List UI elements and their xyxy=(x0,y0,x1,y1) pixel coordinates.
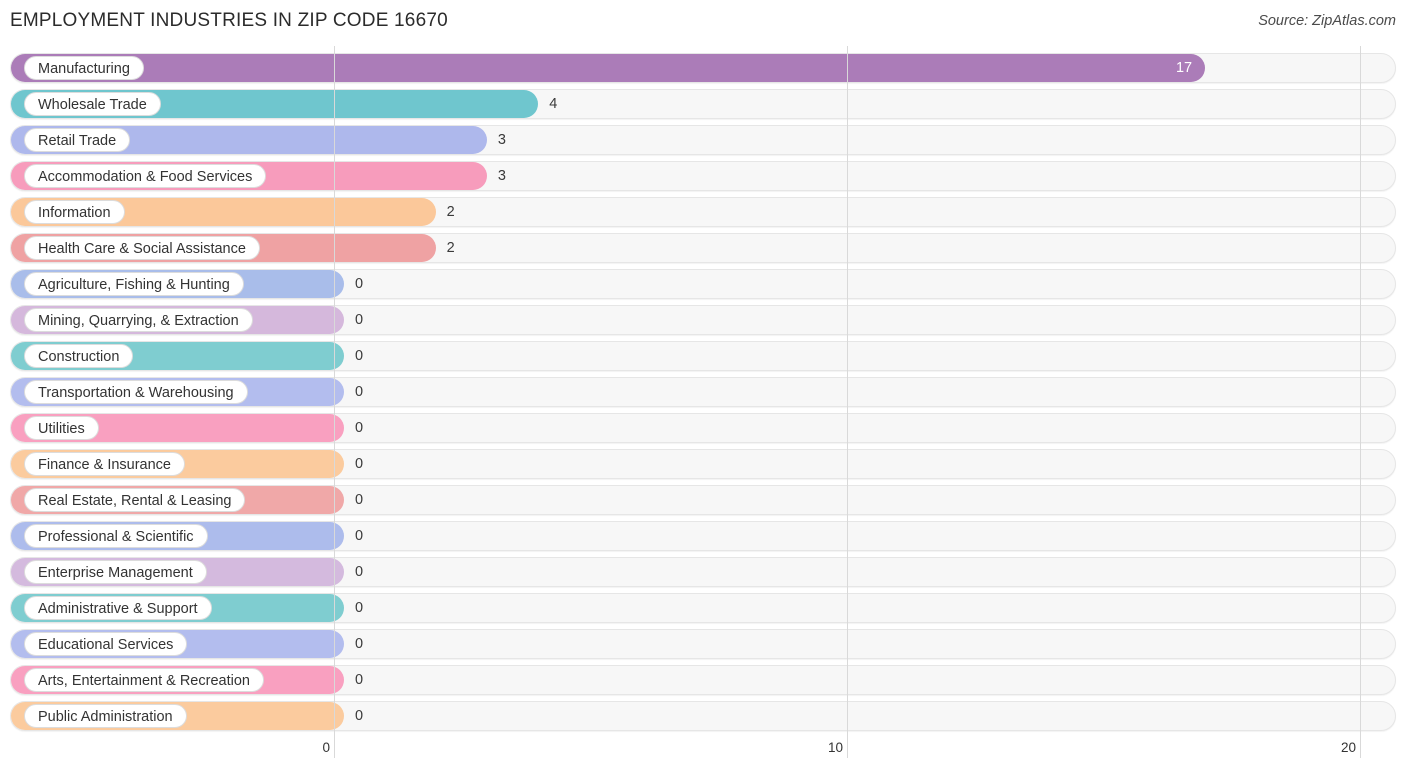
axis-tick-line xyxy=(847,738,848,758)
source-attribution: Source: ZipAtlas.com xyxy=(1258,13,1396,29)
bar-category-label: Professional & Scientific xyxy=(24,524,208,548)
bar-category-label: Educational Services xyxy=(24,632,188,656)
table-row[interactable]: Transportation & Warehousing 0 xyxy=(10,377,1396,407)
table-row[interactable]: Public Administration 0 xyxy=(10,701,1396,731)
table-row[interactable]: Wholesale Trade 4 xyxy=(10,89,1396,119)
bar-value-label: 0 xyxy=(355,312,364,328)
table-row[interactable]: Health Care & Social Assistance 2 xyxy=(10,233,1396,263)
table-row[interactable]: Retail Trade 3 xyxy=(10,125,1396,155)
bar-category-label: Retail Trade xyxy=(24,128,131,152)
axis-tick-label: 10 xyxy=(827,740,843,755)
axis-tick-line xyxy=(334,738,335,758)
bar-category-label: Manufacturing xyxy=(24,56,144,80)
bar[interactable] xyxy=(11,54,1206,82)
bar-category-label: Information xyxy=(24,200,125,224)
table-row[interactable]: Professional & Scientific 0 xyxy=(10,521,1396,551)
bar-value-label: 17 xyxy=(1175,60,1193,76)
table-row[interactable]: Mining, Quarrying, & Extraction 0 xyxy=(10,305,1396,335)
bar-value-label: 0 xyxy=(355,456,364,472)
bar-value-label: 0 xyxy=(355,528,364,544)
bar-category-label: Finance & Insurance xyxy=(24,452,185,476)
bar-category-label: Public Administration xyxy=(24,704,187,728)
table-row[interactable]: Administrative & Support 0 xyxy=(10,593,1396,623)
bar-rows-container: Manufacturing 17 Wholesale Trade 4 Retail Tr… xyxy=(0,46,1406,738)
bar-category-label: Real Estate, Rental & Leasing xyxy=(24,488,246,512)
plot-area: Manufacturing 17 Wholesale Trade 4 Retail Tr… xyxy=(0,46,1406,738)
bar-value-label: 4 xyxy=(549,96,558,112)
axis-tick-line xyxy=(1360,738,1361,758)
table-row[interactable]: Accommodation & Food Services 3 xyxy=(10,161,1396,191)
bar-value-label: 0 xyxy=(355,384,364,400)
bar-value-label: 0 xyxy=(355,672,364,688)
table-row[interactable]: Construction 0 xyxy=(10,341,1396,371)
bar-category-label: Wholesale Trade xyxy=(24,92,161,116)
table-row[interactable]: Arts, Entertainment & Recreation 0 xyxy=(10,665,1396,695)
bar-category-label: Utilities xyxy=(24,416,99,440)
bar-category-label: Accommodation & Food Services xyxy=(24,164,267,188)
bar-category-label: Agriculture, Fishing & Hunting xyxy=(24,272,244,296)
table-row[interactable]: Manufacturing 17 xyxy=(10,53,1396,83)
bar-value-label: 0 xyxy=(355,348,364,364)
bar-category-label: Administrative & Support xyxy=(24,596,212,620)
table-row[interactable]: Enterprise Management 0 xyxy=(10,557,1396,587)
bar-category-label: Arts, Entertainment & Recreation xyxy=(24,668,264,692)
x-axis: 0 10 20 xyxy=(0,738,1406,777)
bar-value-label: 2 xyxy=(446,240,455,256)
page-title: EMPLOYMENT INDUSTRIES IN ZIP CODE 16670 xyxy=(10,10,448,31)
bar-value-label: 0 xyxy=(355,276,364,292)
bar-category-label: Construction xyxy=(24,344,134,368)
bar-value-label: 2 xyxy=(446,204,455,220)
bar-value-label: 0 xyxy=(355,420,364,436)
bar-category-label: Mining, Quarrying, & Extraction xyxy=(24,308,253,332)
bar-value-label: 0 xyxy=(355,492,364,508)
bar-category-label: Health Care & Social Assistance xyxy=(24,236,260,260)
bar-value-label: 0 xyxy=(355,600,364,616)
bar-value-label: 0 xyxy=(355,636,364,652)
table-row[interactable]: Utilities 0 xyxy=(10,413,1396,443)
bar-category-label: Transportation & Warehousing xyxy=(24,380,248,404)
bar-value-label: 3 xyxy=(497,132,506,148)
table-row[interactable]: Agriculture, Fishing & Hunting 0 xyxy=(10,269,1396,299)
axis-tick-label: 20 xyxy=(1340,740,1356,755)
bar-value-label: 0 xyxy=(355,708,364,724)
table-row[interactable]: Real Estate, Rental & Leasing 0 xyxy=(10,485,1396,515)
employment-industries-chart: EMPLOYMENT INDUSTRIES IN ZIP CODE 16670 … xyxy=(0,0,1406,777)
bar-value-label: 0 xyxy=(355,564,364,580)
chart-header: EMPLOYMENT INDUSTRIES IN ZIP CODE 16670 … xyxy=(0,0,1406,46)
table-row[interactable]: Finance & Insurance 0 xyxy=(10,449,1396,479)
bar-category-label: Enterprise Management xyxy=(24,560,207,584)
bar-value-label: 3 xyxy=(497,168,506,184)
table-row[interactable]: Information 2 xyxy=(10,197,1396,227)
axis-tick-label: 0 xyxy=(322,740,330,755)
table-row[interactable]: Educational Services 0 xyxy=(10,629,1396,659)
